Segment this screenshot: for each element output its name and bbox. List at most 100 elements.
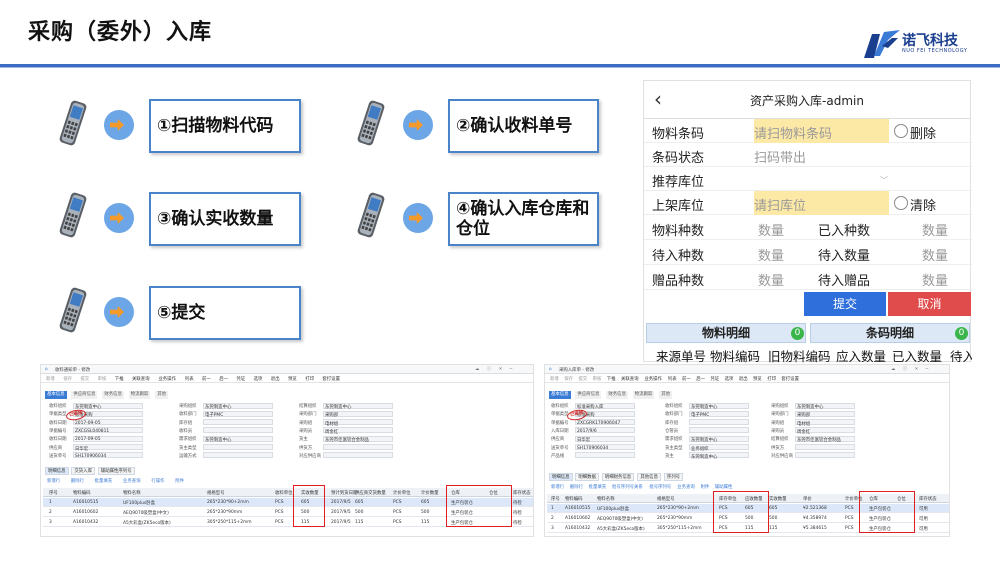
field-input[interactable] [689, 427, 749, 434]
tab-3[interactable]: 物流跟踪 [632, 391, 655, 399]
toolbar-item[interactable]: 列表 [668, 376, 677, 382]
detail-menu-item[interactable]: 删除行 [570, 484, 583, 490]
field-input[interactable]: 东莞制造中心 [689, 435, 749, 443]
column-header[interactable]: 物料编码 [73, 490, 91, 496]
tab-1[interactable]: 供应商信息 [575, 391, 602, 399]
toolbar-item[interactable]: 提交 [80, 376, 89, 382]
toolbar-item[interactable]: 新增 [550, 376, 559, 382]
field-input[interactable]: 日华宏 [575, 435, 635, 443]
toolbar-item[interactable]: 选项 [254, 376, 263, 382]
field-input[interactable]: 东莞制造中心 [203, 402, 273, 410]
field-input[interactable] [203, 427, 273, 434]
detail-menu-item[interactable]: 批量填充 [589, 484, 607, 490]
detail-menu-item[interactable]: 辅助属性 [715, 484, 733, 490]
chevron-down-icon[interactable]: ﹀ [880, 175, 888, 186]
column-header[interactable]: 规格型号 [657, 496, 675, 502]
toolbar-item[interactable]: 打印 [767, 376, 776, 382]
toolbar-item[interactable]: 套打设置 [781, 376, 799, 382]
detail-menu-item[interactable]: 业务查询 [123, 478, 141, 484]
field-input[interactable]: 东莞市佳富铝合金制品 [795, 435, 855, 443]
toolbar-item[interactable]: 业务操作 [158, 376, 176, 382]
detail-tab-1[interactable]: 明细数据 [575, 473, 599, 481]
detail-menu-item[interactable]: 新增行 [551, 484, 564, 490]
field-input[interactable]: 标准采购入库 [575, 402, 635, 410]
column-header[interactable]: 供应商交货数量 [355, 490, 386, 496]
toolbar-item[interactable]: 列表 [185, 376, 194, 382]
toolbar-item[interactable]: 预览 [753, 376, 762, 382]
field-input[interactable] [203, 452, 273, 459]
column-header[interactable]: 序号 [49, 490, 58, 496]
field-input[interactable]: 电子PMC [689, 410, 749, 418]
detail-menu-item[interactable]: 新增行 [47, 478, 60, 484]
toolbar-item[interactable]: 审核 [593, 376, 602, 382]
submit-button[interactable]: 提交 [804, 292, 886, 316]
toolbar-item[interactable]: 前一 [202, 376, 211, 382]
detail-column-header[interactable]: 旧物料编码 [768, 346, 831, 363]
tab-4[interactable]: 其他 [659, 391, 672, 399]
toolbar-item[interactable]: 新增 [46, 376, 55, 382]
field-input[interactable]: 2017/9/6 [575, 427, 635, 434]
tab-1[interactable]: 供应商信息 [71, 391, 98, 399]
tab-0[interactable]: 基本信息 [45, 391, 67, 399]
field-input[interactable] [689, 419, 749, 426]
tab-material-detail[interactable]: 物料明细 0 [646, 323, 806, 343]
detail-menu-item[interactable]: 批量填充 [95, 478, 113, 484]
tab-3[interactable]: 物流跟踪 [128, 391, 151, 399]
detail-menu-item[interactable]: 附件 [175, 478, 184, 484]
shelf-location-input[interactable]: 请扫库位 [754, 191, 889, 215]
toolbar-item[interactable]: 后一 [219, 376, 228, 382]
detail-tab-2[interactable]: 辅助属性序列号 [97, 467, 135, 475]
toolbar-item[interactable]: 后一 [696, 376, 705, 382]
field-input[interactable]: SH170906034 [73, 452, 143, 459]
column-header[interactable]: 物料编码 [565, 496, 583, 502]
field-input[interactable]: ZXCGSL040811 [73, 427, 143, 434]
field-input[interactable]: 东莞制造中心 [689, 402, 749, 410]
field-input[interactable]: 电材组 [795, 419, 855, 427]
detail-tab-0[interactable]: 明细信息 [549, 473, 573, 481]
field-input[interactable]: 日华宏 [73, 444, 143, 452]
window-controls-icon[interactable]: ☁ ⓘ ✕ ─ [475, 366, 515, 372]
detail-menu-item[interactable]: 批号序列号关系 [612, 484, 643, 490]
tab-barcode-detail[interactable]: 条码明细 0 [810, 323, 970, 343]
detail-menu-item[interactable]: 附件 [701, 484, 710, 490]
detail-tab-3[interactable]: 其他信息 [637, 473, 661, 481]
toolbar-item[interactable]: 套打设置 [322, 376, 340, 382]
detail-menu-item[interactable]: 业务查询 [677, 484, 695, 490]
toolbar-item[interactable]: 审核 [98, 376, 107, 382]
detail-column-header[interactable]: 应入数量 [836, 346, 886, 363]
delete-radio[interactable] [894, 124, 908, 138]
column-header[interactable]: 库存状态 [919, 496, 937, 502]
detail-column-header[interactable]: 物料编码 [710, 346, 760, 363]
field-input[interactable]: 东莞制造中心 [203, 435, 273, 443]
column-header[interactable]: 库存状态 [513, 490, 531, 496]
column-header[interactable]: 收料单位 [275, 490, 293, 496]
tab-2[interactable]: 财务信息 [606, 391, 628, 399]
field-input[interactable]: 东莞市佳富铝合金制品 [323, 435, 393, 443]
toolbar-item[interactable]: 选项 [725, 376, 734, 382]
tab-2[interactable]: 财务信息 [102, 391, 124, 399]
field-input[interactable]: 业务组织 [689, 444, 749, 452]
field-input[interactable]: 周金红 [795, 427, 855, 435]
home-icon[interactable]: ⌂ [45, 367, 48, 372]
toolbar-item[interactable]: 前一 [682, 376, 691, 382]
field-input[interactable]: ZXCGRK170906047 [575, 419, 635, 426]
toolbar-item[interactable]: 凭证 [236, 376, 245, 382]
column-header[interactable]: 物料名称 [123, 490, 141, 496]
toolbar-item[interactable]: 打印 [305, 376, 314, 382]
cancel-button[interactable]: 取消 [888, 292, 971, 316]
field-input[interactable] [323, 452, 393, 459]
home-icon[interactable]: ⌂ [549, 367, 552, 372]
toolbar-item[interactable]: 保存 [63, 376, 72, 382]
detail-column-header[interactable]: 待入 [950, 346, 972, 363]
toolbar-item[interactable]: 退出 [271, 376, 280, 382]
field-input[interactable]: 电子PMC [203, 410, 273, 418]
toolbar-item[interactable]: 关联查询 [132, 376, 150, 382]
toolbar-item[interactable]: 下推 [607, 376, 616, 382]
window-controls-icon[interactable]: ☁ ⓘ ✕ ─ [891, 366, 931, 372]
tab-4[interactable]: 其他 [155, 391, 168, 399]
detail-tab-0[interactable]: 明细信息 [45, 467, 69, 475]
detail-tab-2[interactable]: 明细财务信息 [601, 473, 635, 481]
detail-menu-item[interactable]: 批号序列号 [649, 484, 671, 490]
field-input[interactable]: 周金红 [323, 427, 393, 435]
toolbar-item[interactable]: 保存 [564, 376, 573, 382]
